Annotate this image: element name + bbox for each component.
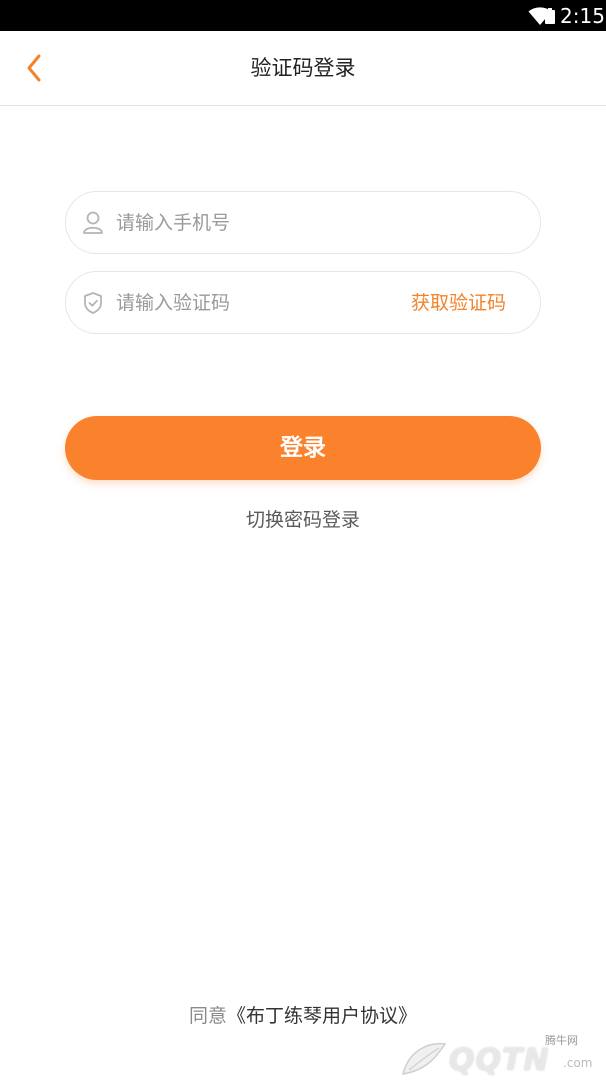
switch-password-login-link[interactable]: 切换密码登录 bbox=[0, 506, 606, 534]
phone-input[interactable] bbox=[116, 204, 416, 242]
login-button[interactable]: 登录 bbox=[65, 416, 541, 480]
user-icon bbox=[83, 211, 103, 234]
code-input[interactable] bbox=[116, 284, 416, 322]
agreement: 同意《布丁练琴用户协议》 bbox=[0, 1002, 606, 1030]
watermark-leaf-icon bbox=[401, 1042, 447, 1075]
page-title: 验证码登录 bbox=[250, 56, 356, 80]
watermark-logo: QQTN bbox=[449, 1043, 550, 1078]
watermark: 腾牛网 QQTN .com bbox=[395, 1030, 601, 1080]
shield-check-icon bbox=[84, 292, 102, 314]
status-time: 2:15 bbox=[560, 4, 605, 28]
code-field[interactable]: 获取验证码 bbox=[65, 271, 541, 334]
agreement-prefix: 同意 bbox=[188, 1005, 227, 1027]
phone-field[interactable] bbox=[65, 191, 541, 254]
user-agreement-link[interactable]: 《布丁练琴用户协议》 bbox=[227, 1005, 417, 1027]
get-code-button[interactable]: 获取验证码 bbox=[411, 289, 506, 317]
status-bar: 2:15 bbox=[0, 0, 606, 31]
battery-icon bbox=[545, 8, 555, 24]
nav-bar: 验证码登录 bbox=[0, 31, 606, 106]
watermark-dotcom: .com bbox=[563, 1056, 593, 1070]
